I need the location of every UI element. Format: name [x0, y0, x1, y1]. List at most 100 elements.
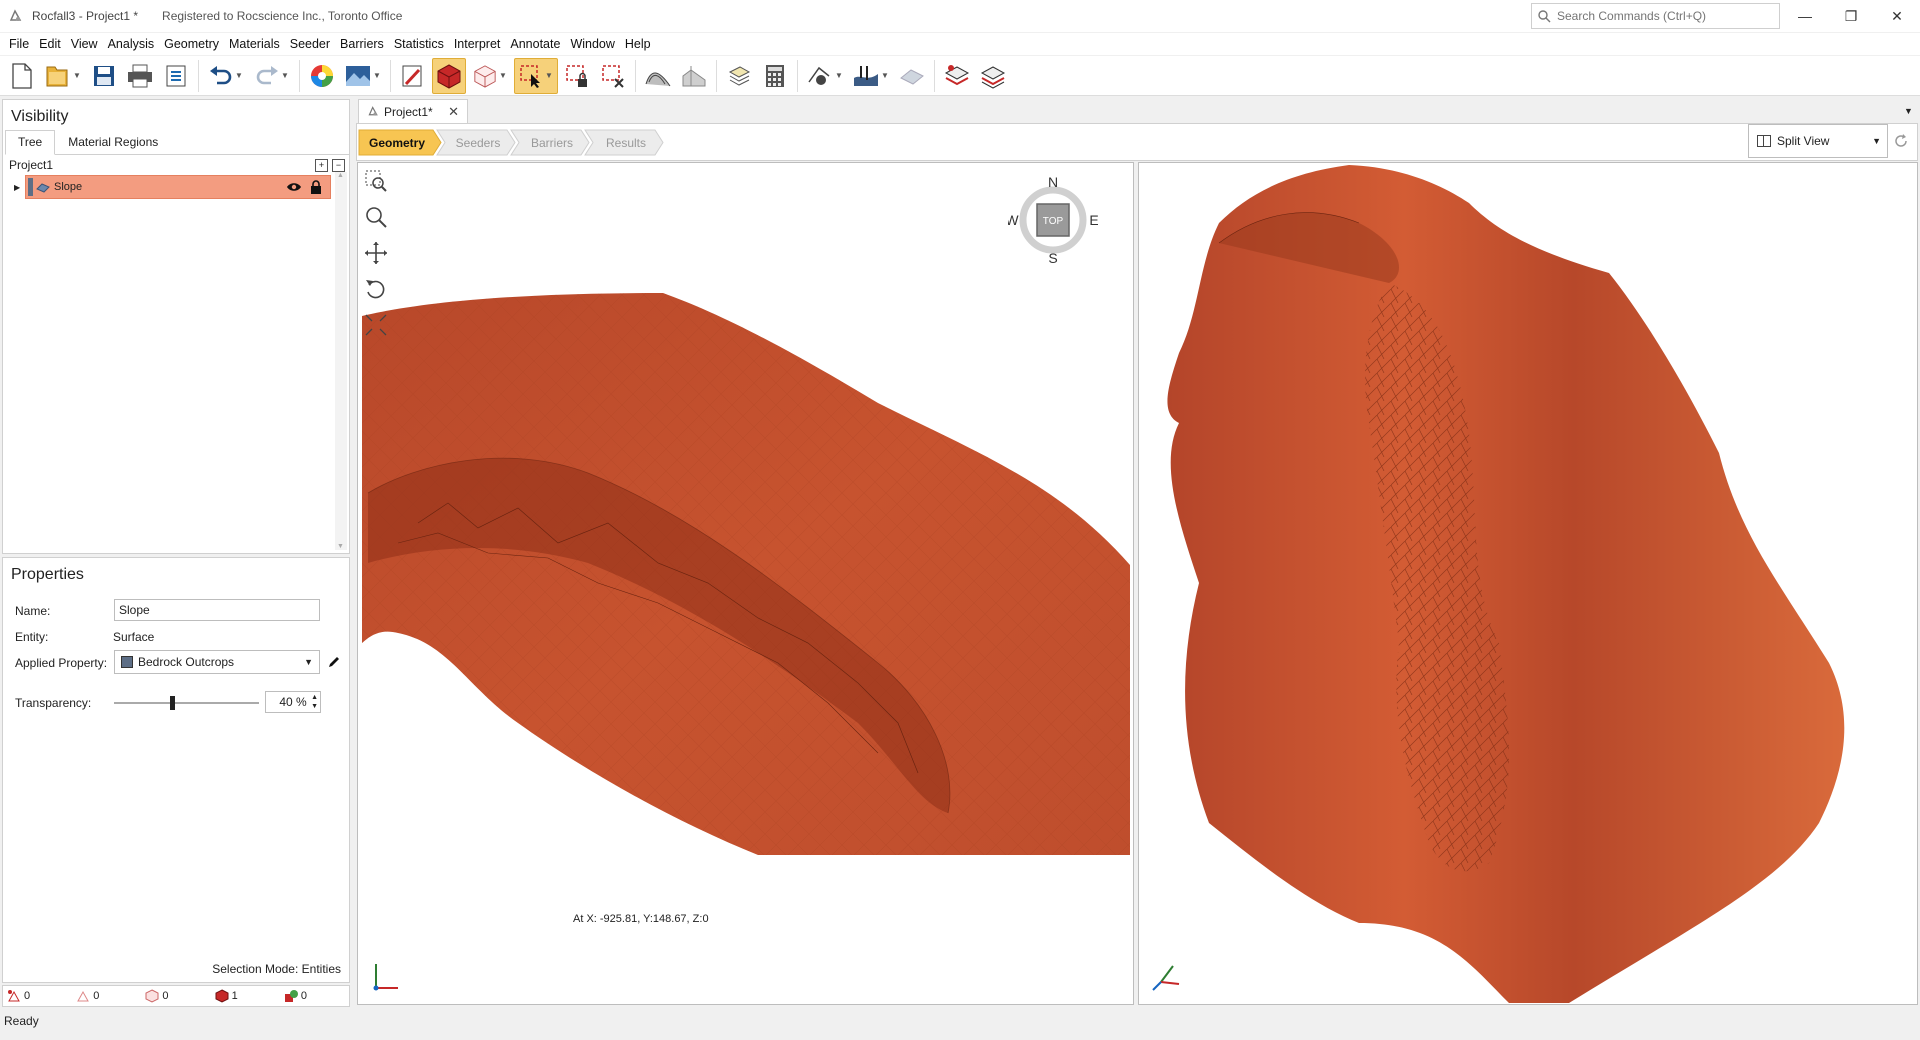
zoom-icon[interactable] [364, 205, 388, 229]
terrain-surface-3d[interactable] [1167, 165, 1845, 1003]
surface-tool-button[interactable] [895, 58, 929, 94]
tab-material-regions[interactable]: Material Regions [55, 130, 171, 154]
applied-property-select[interactable]: Bedrock Outcrops ▼ [114, 650, 320, 674]
interpret-button[interactable] [976, 58, 1010, 94]
menu-barriers[interactable]: Barriers [335, 37, 389, 51]
fit-view-icon[interactable] [364, 313, 388, 337]
section-view-button[interactable] [677, 58, 711, 94]
menu-analysis[interactable]: Analysis [103, 37, 160, 51]
transparency-slider[interactable] [114, 696, 259, 710]
eye-icon[interactable] [286, 181, 302, 193]
material-swatch [121, 656, 133, 668]
menu-statistics[interactable]: Statistics [389, 37, 449, 51]
zoom-extents-icon[interactable] [364, 169, 388, 193]
count-faces[interactable]: 0 [141, 989, 210, 1003]
compass-south[interactable]: S [1048, 250, 1057, 265]
surface-view-button[interactable] [432, 57, 466, 94]
save-icon [94, 65, 114, 86]
tab-list-chevron-icon[interactable]: ▼ [1904, 106, 1913, 116]
compute-button[interactable] [940, 58, 974, 94]
new-file-button[interactable] [5, 58, 39, 94]
rocfall-app-icon [9, 9, 22, 21]
count-groups[interactable]: 0 [280, 989, 349, 1003]
name-label: Name: [15, 604, 51, 618]
selection-mode-text: Selection Mode: Entities [212, 962, 341, 976]
deselect-button[interactable] [596, 58, 630, 94]
refresh-icon[interactable] [1893, 133, 1909, 149]
menu-seeder[interactable]: Seeder [285, 37, 335, 51]
title-bar: Rocfall3 - Project1 * Registered to Rocs… [0, 0, 1920, 32]
transparency-label: Transparency: [15, 696, 92, 710]
color-palette-button[interactable] [305, 58, 339, 94]
lock-selection-button[interactable] [560, 58, 594, 94]
compass-top[interactable]: TOP [1043, 216, 1064, 227]
menu-interpret[interactable]: Interpret [449, 37, 506, 51]
background-image-button[interactable]: ▼ [341, 58, 385, 94]
view-cube-compass[interactable]: N S E W TOP [1008, 175, 1098, 265]
tree-item-slope[interactable]: ▶ Slope [14, 175, 331, 199]
menu-view[interactable]: View [66, 37, 103, 51]
search-commands-box[interactable] [1531, 3, 1780, 29]
open-file-button[interactable]: ▼ [41, 58, 85, 94]
search-icon [1538, 9, 1551, 22]
tab-tree[interactable]: Tree [5, 130, 56, 155]
count-edges[interactable]: 0 [72, 989, 141, 1003]
compass-north[interactable]: N [1048, 175, 1058, 190]
toolbar-separator [635, 59, 636, 92]
material-library-button[interactable] [722, 58, 756, 94]
redo-button[interactable]: ▼ [250, 58, 294, 94]
workflow-step-barriers[interactable]: Barriers [531, 136, 573, 150]
edit-geometry-button[interactable] [396, 58, 430, 94]
expand-all-button[interactable]: + [315, 158, 328, 172]
workflow-step-geometry[interactable]: Geometry [369, 136, 425, 150]
menu-help[interactable]: Help [620, 37, 656, 51]
slope-profile-button[interactable] [641, 58, 675, 94]
viewport-left[interactable]: N S E W TOP [357, 162, 1134, 1005]
calculator-button[interactable] [758, 58, 792, 94]
workflow-step-results[interactable]: Results [606, 136, 646, 150]
menu-materials[interactable]: Materials [224, 37, 285, 51]
workflow-step-seeders[interactable]: Seeders [456, 136, 501, 150]
tree-scrollbar[interactable]: ▲ ▼ [335, 172, 347, 550]
print-button[interactable] [123, 58, 157, 94]
menu-file[interactable]: File [4, 37, 34, 51]
close-button[interactable]: ✕ [1874, 0, 1920, 32]
group-count-icon [284, 990, 298, 1002]
search-commands-input[interactable] [1557, 9, 1767, 23]
menu-annotate[interactable]: Annotate [505, 37, 565, 51]
save-button[interactable] [87, 58, 121, 94]
tree-item-label: Slope [54, 181, 83, 193]
toolbar-separator [716, 59, 717, 92]
document-tab[interactable]: Project1* ✕ [358, 99, 468, 123]
barrier-tool-button[interactable]: ▼ [849, 58, 893, 94]
menu-geometry[interactable]: Geometry [159, 37, 224, 51]
compass-east[interactable]: E [1089, 212, 1098, 228]
pan-icon[interactable] [364, 241, 388, 265]
edge-count-icon [77, 990, 90, 1002]
count-vertices[interactable]: 0 [3, 989, 72, 1003]
minimize-button[interactable]: — [1782, 0, 1828, 32]
seeder-tool-button[interactable]: ▼ [803, 58, 847, 94]
spin-arrows-icon[interactable]: ▲ ▼ [311, 693, 318, 711]
name-field[interactable]: Slope [114, 599, 320, 621]
transparency-spinbox[interactable]: 40 % ▲ ▼ [265, 691, 321, 713]
count-solids[interactable]: 1 [211, 989, 280, 1003]
compass-west[interactable]: W [1008, 212, 1019, 228]
restore-button[interactable]: ❐ [1828, 0, 1874, 32]
expand-arrow-icon[interactable]: ▶ [14, 183, 20, 192]
edit-pencil-icon[interactable] [327, 655, 341, 669]
wireframe-view-button[interactable]: ▼ [468, 58, 512, 94]
undo-button[interactable]: ▼ [204, 58, 248, 94]
window-title: Rocfall3 - Project1 * [32, 9, 139, 23]
view-mode-select[interactable]: Split View ▼ [1748, 124, 1888, 158]
collapse-all-button[interactable]: − [332, 158, 345, 172]
menu-edit[interactable]: Edit [34, 37, 66, 51]
menu-window[interactable]: Window [565, 37, 619, 51]
lock-icon[interactable] [310, 180, 322, 194]
rotate-icon[interactable] [364, 277, 388, 301]
close-tab-icon[interactable]: ✕ [448, 104, 459, 120]
print-preview-button[interactable] [159, 58, 193, 94]
select-button[interactable]: ▼ [514, 57, 558, 94]
slider-thumb[interactable] [170, 696, 175, 710]
viewport-right[interactable] [1138, 162, 1918, 1005]
